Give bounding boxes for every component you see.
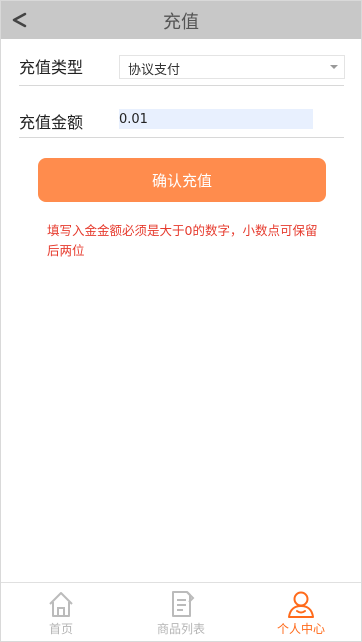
tab-home[interactable]: 首页 [1,583,121,641]
tab-profile-label: 个人中心 [276,622,325,636]
recharge-type-select[interactable]: 协议支付 [119,55,345,79]
user-icon [288,591,314,618]
recharge-type-value: 协议支付 [128,63,181,78]
app-frame: 充值 充值类型 协议支付 充值金额 确认充值 填写入金金额必须是大于0的数字，小… [0,0,362,642]
tab-profile[interactable]: 个人中心 [241,583,361,641]
dropdown-caret-icon [330,65,338,69]
tab-product-list[interactable]: 商品列表 [121,583,241,641]
amount-hint-text: 填写入金金额必须是大于0的数字，小数点可保留后两位 [47,223,318,258]
recharge-type-row: 充值类型 协议支付 [19,49,345,86]
list-icon [172,591,195,617]
recharge-amount-input[interactable] [119,109,313,129]
recharge-amount-row: 充值金额 [19,103,344,138]
recharge-amount-label: 充值金额 [19,113,84,132]
recharge-type-label: 充值类型 [19,58,84,77]
tab-home-label: 首页 [48,622,73,636]
page-title: 充值 [163,12,199,33]
tab-product-list-label: 商品列表 [156,622,205,636]
home-icon [49,592,73,617]
confirm-recharge-button[interactable]: 确认充值 [38,158,326,202]
header-bar: 充值 [1,1,361,39]
bottom-tabbar: 首页 商品列表 个人中心 [1,582,361,641]
